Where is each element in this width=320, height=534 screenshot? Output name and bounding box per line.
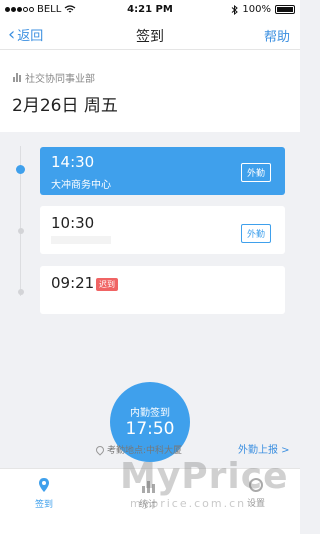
location-pin-icon <box>39 478 49 492</box>
checkin-label: 内勤签到 <box>130 408 170 419</box>
battery-icon <box>275 5 295 14</box>
location-pin-icon <box>94 443 106 456</box>
record-card[interactable]: 14:30 大冲商务中心 外勤 <box>40 147 285 195</box>
location-row: 考勤地点:中科大厦 <box>94 443 183 456</box>
help-button[interactable]: 帮助 <box>264 26 290 45</box>
department-label: 社交协同事业部 <box>25 74 95 85</box>
field-work-badge: 外勤 <box>240 224 271 243</box>
timeline-dot-active <box>16 165 25 174</box>
status-bar: BELL 4:21 PM 100% <box>0 0 300 20</box>
nav-bar: ‹ 返回 签到 帮助 <box>0 20 300 50</box>
record-time: 14:30 <box>51 153 95 171</box>
record-time: 10:30 <box>51 214 95 232</box>
tab-label: 设置 <box>246 499 265 509</box>
field-work-badge: 外勤 <box>240 163 271 182</box>
late-badge: 迟到 <box>96 278 118 291</box>
record-time: 09:21 <box>51 274 95 292</box>
field-report-link[interactable]: 外勤上报 > <box>238 441 290 456</box>
record-place: 大冲商务中心 <box>51 180 111 191</box>
status-right: 100% <box>231 4 295 15</box>
header-panel: 社交协同事业部 2月26日 周五 <box>0 50 300 132</box>
record-card[interactable]: 09:21 迟到 <box>40 266 285 314</box>
bluetooth-icon <box>232 4 239 15</box>
checkin-time: 17:50 <box>125 419 175 439</box>
watermark-domain: myprice.com.cn <box>130 497 247 510</box>
timeline-dot <box>18 289 24 295</box>
record-place-placeholder <box>51 236 111 244</box>
location-label: 考勤地点:中科大厦 <box>107 446 183 456</box>
battery-percent: 100% <box>242 4 271 15</box>
tab-checkin[interactable]: 签到 <box>14 477 74 510</box>
timeline-dot <box>18 228 24 234</box>
tab-label: 签到 <box>34 500 53 510</box>
record-card[interactable]: 10:30 外勤 <box>40 206 285 254</box>
building-icon <box>13 73 21 82</box>
date-label: 2月26日 周五 <box>12 96 118 116</box>
watermark-brand: MyPrice <box>120 456 289 497</box>
department-row: 社交协同事业部 <box>13 70 95 85</box>
page-title: 签到 <box>136 29 164 45</box>
